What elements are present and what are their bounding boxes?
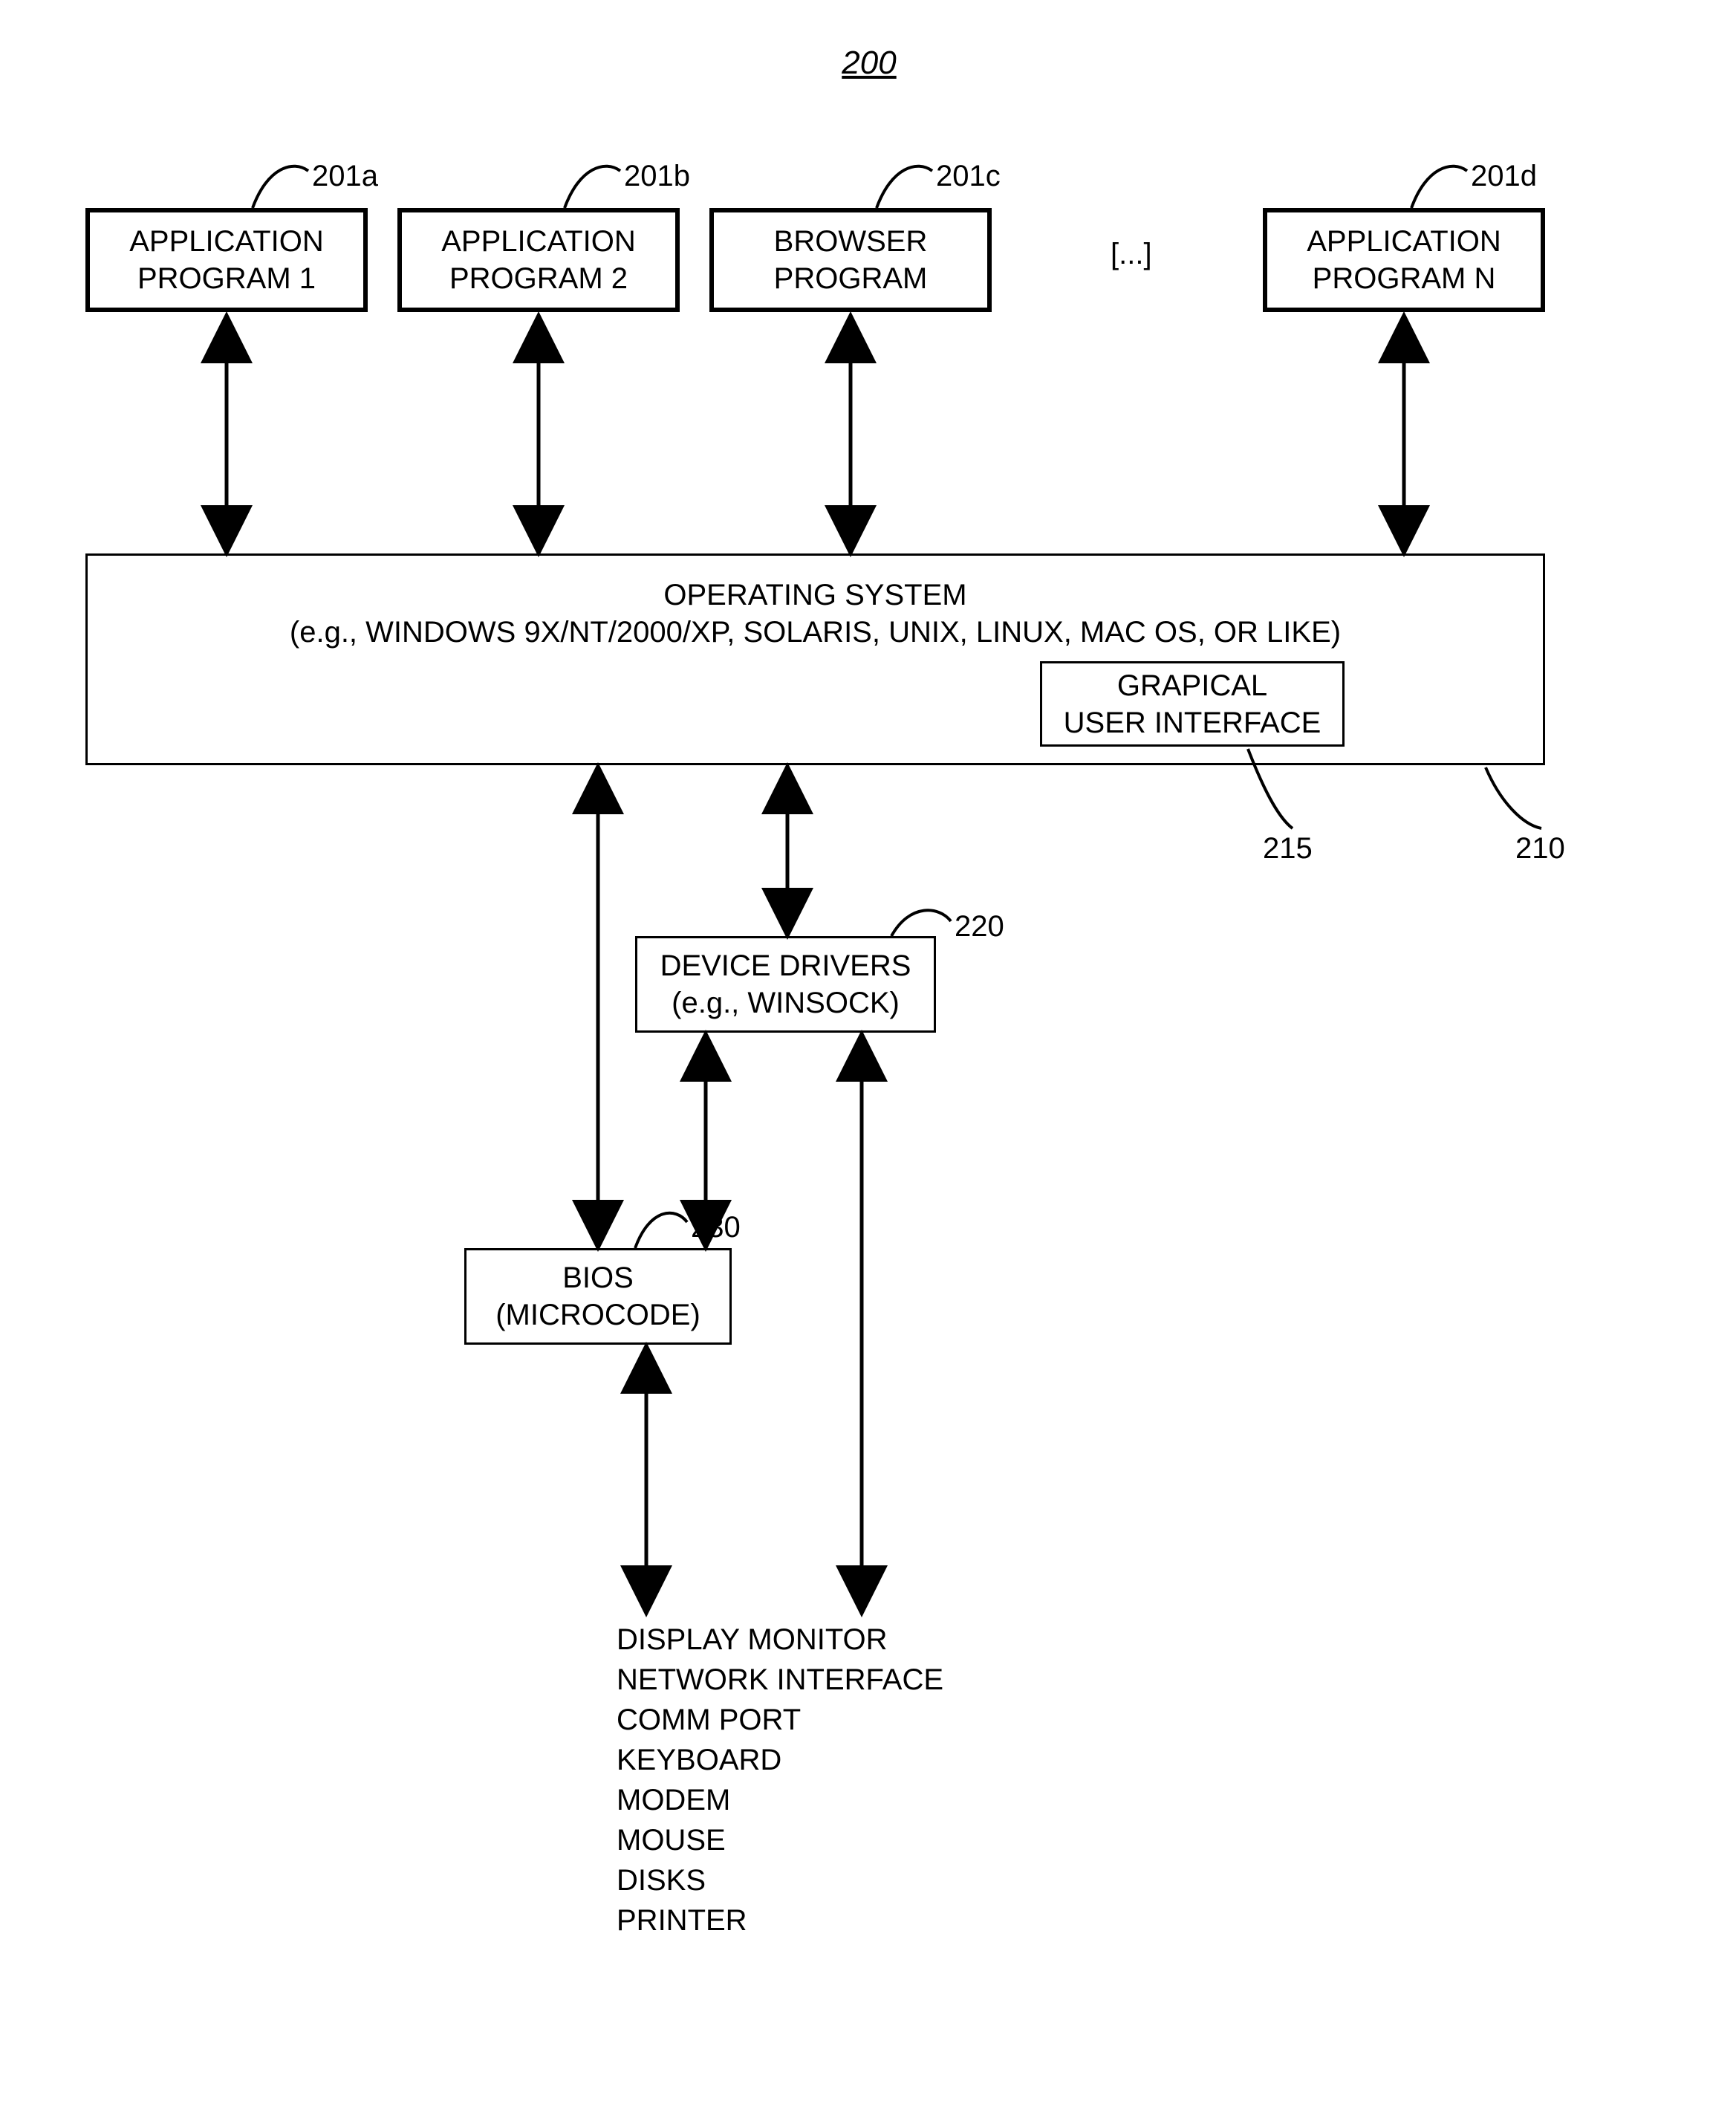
ref-220: 220 xyxy=(955,910,1004,944)
box-app4: APPLICATION PROGRAM N xyxy=(1263,208,1545,312)
os-line2: (e.g., WINDOWS 9X/NT/2000/XP, SOLARIS, U… xyxy=(290,614,1341,651)
app4-line2: PROGRAM N xyxy=(1313,260,1496,297)
ref-201c: 201c xyxy=(936,160,1001,193)
box-app3: BROWSER PROGRAM xyxy=(709,208,992,312)
hw-0: DISPLAY MONITOR xyxy=(617,1620,943,1660)
ref-230: 230 xyxy=(691,1211,741,1244)
box-bios: BIOS (MICROCODE) xyxy=(464,1248,732,1345)
box-gui: GRAPICAL USER INTERFACE xyxy=(1040,661,1345,747)
box-app2: APPLICATION PROGRAM 2 xyxy=(397,208,680,312)
bios-line2: (MICROCODE) xyxy=(495,1296,700,1334)
box-app1: APPLICATION PROGRAM 1 xyxy=(85,208,368,312)
drivers-line2: (e.g., WINSOCK) xyxy=(672,984,900,1022)
app4-line1: APPLICATION xyxy=(1307,223,1501,260)
drivers-line1: DEVICE DRIVERS xyxy=(660,947,911,984)
hw-1: NETWORK INTERFACE xyxy=(617,1660,943,1700)
app2-line2: PROGRAM 2 xyxy=(449,260,628,297)
ref-201b: 201b xyxy=(624,160,690,193)
hardware-list: DISPLAY MONITOR NETWORK INTERFACE COMM P… xyxy=(617,1620,943,1941)
figure-number: 200 xyxy=(780,45,958,82)
ref-201d: 201d xyxy=(1471,160,1537,193)
diagram-canvas: 200 201a 201b 201c 201d 220 230 215 210 … xyxy=(0,0,1736,2101)
ref-215: 215 xyxy=(1263,832,1313,866)
hw-3: KEYBOARD xyxy=(617,1740,943,1780)
hw-7: PRINTER xyxy=(617,1900,943,1941)
app1-line1: APPLICATION xyxy=(129,223,324,260)
bios-line1: BIOS xyxy=(562,1259,634,1296)
gui-line1: GRAPICAL xyxy=(1117,667,1267,704)
ref-210: 210 xyxy=(1515,832,1565,866)
app1-line2: PROGRAM 1 xyxy=(137,260,316,297)
hw-2: COMM PORT xyxy=(617,1700,943,1740)
app2-line1: APPLICATION xyxy=(441,223,636,260)
os-line1: OPERATING SYSTEM xyxy=(663,577,966,614)
ref-201a: 201a xyxy=(312,160,378,193)
hw-4: MODEM xyxy=(617,1780,943,1820)
gui-line2: USER INTERFACE xyxy=(1064,704,1321,741)
app3-line1: BROWSER xyxy=(774,223,928,260)
box-drivers: DEVICE DRIVERS (e.g., WINSOCK) xyxy=(635,936,936,1033)
apps-ellipsis: [...] xyxy=(1111,238,1152,271)
app3-line2: PROGRAM xyxy=(774,260,928,297)
hw-6: DISKS xyxy=(617,1860,943,1900)
hw-5: MOUSE xyxy=(617,1820,943,1860)
